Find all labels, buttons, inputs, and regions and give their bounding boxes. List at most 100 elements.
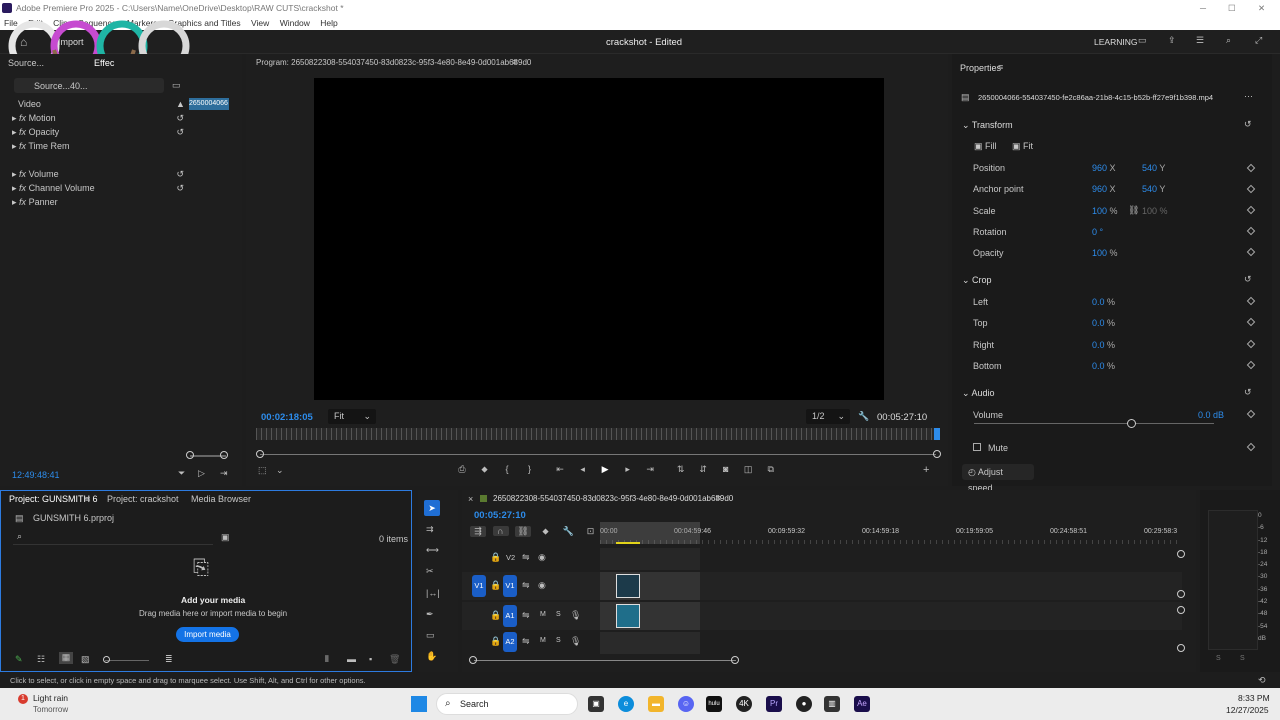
mute-checkbox[interactable]	[973, 443, 981, 451]
thumb-size-handle[interactable]	[103, 656, 110, 663]
keyframe-diamond[interactable]	[1246, 163, 1256, 173]
rectangle-tool-icon[interactable]: ▭	[426, 630, 435, 641]
zoom-handle-left[interactable]	[256, 450, 264, 458]
maximize-icon[interactable]: ☐	[1228, 0, 1236, 16]
import-tab[interactable]: Import	[58, 37, 84, 47]
add-button-icon[interactable]: +	[923, 464, 929, 476]
solo-right-button[interactable]: S	[1240, 655, 1245, 662]
new-item-icon[interactable]: ▪	[369, 654, 372, 664]
position-y[interactable]: 540 Y	[1142, 163, 1165, 173]
menu-sequence[interactable]: Sequence	[78, 18, 116, 28]
new-bin-icon[interactable]: ▬	[347, 654, 356, 664]
media-browser-tab[interactable]: Media Browser	[191, 494, 251, 504]
program-video-canvas[interactable]	[314, 78, 884, 400]
lock-icon[interactable]: 🔒	[490, 580, 501, 591]
link-icon[interactable]: ⛓	[1128, 205, 1139, 216]
lock-icon[interactable]: 🔒	[490, 552, 501, 563]
crop-section[interactable]: ⌄ Crop	[962, 275, 992, 286]
source-tab[interactable]: Source...	[8, 58, 44, 68]
anchor-x[interactable]: 960 X	[1092, 184, 1116, 194]
play-icon[interactable]: ▶	[595, 464, 615, 475]
hand-tool-icon[interactable]: ✋	[426, 651, 437, 662]
hulu-icon[interactable]: hulu	[706, 696, 722, 712]
timeline-scroll-track[interactable]	[474, 660, 736, 661]
project-search-input[interactable]: ⌕	[13, 531, 213, 545]
menu-view[interactable]: View	[251, 18, 269, 28]
zoom-handle-right[interactable]	[933, 450, 941, 458]
minimize-icon[interactable]: ─	[1200, 0, 1206, 16]
track-label-v2[interactable]: V2	[506, 553, 515, 562]
task-view-icon[interactable]: ▣	[588, 696, 604, 712]
pencil-icon[interactable]: ✎	[15, 654, 23, 665]
vr-icon[interactable]: ⧉	[761, 464, 781, 475]
weather-label[interactable]: Light rain	[33, 693, 68, 703]
track-area[interactable]	[600, 602, 700, 630]
thumb-size-slider[interactable]	[105, 660, 149, 661]
program-time-ruler[interactable]	[256, 428, 940, 440]
menu-help[interactable]: Help	[320, 18, 337, 28]
timeline-ruler[interactable]: 00:00 00:04:59:46 00:09:59:32 00:14:59:1…	[600, 522, 1182, 544]
volume-slider-track[interactable]	[974, 423, 1214, 424]
track-select-icon[interactable]: ⇉	[426, 524, 434, 535]
audio-section[interactable]: ⌄ Audio	[962, 388, 995, 399]
work-area-bar[interactable]	[600, 522, 700, 544]
search-icon[interactable]: ⌕	[1226, 35, 1231, 46]
chevron-down-icon[interactable]: ⌄	[276, 465, 284, 476]
export-frame-icon[interactable]: ⎙	[452, 464, 472, 475]
panel-menu-icon[interactable]: ≡	[998, 62, 1003, 72]
taskbar-search[interactable]: ⌕ Search	[436, 693, 578, 715]
anchor-y[interactable]: 540 Y	[1142, 184, 1165, 194]
menu-window[interactable]: Window	[280, 18, 310, 28]
selection-tool-icon[interactable]: ➤	[424, 500, 440, 516]
workspace-label[interactable]: LEARNING	[1094, 37, 1137, 47]
lock-icon[interactable]: 🔒	[490, 610, 501, 621]
opacity-value[interactable]: 100 %	[1092, 248, 1118, 258]
mute-track-button[interactable]: M	[540, 637, 546, 644]
keyframe-diamond[interactable]	[1246, 409, 1256, 419]
app-icon[interactable]: ▥	[824, 696, 840, 712]
weather-icon[interactable]: 1	[18, 694, 28, 704]
menu-edit[interactable]: Edit	[28, 18, 43, 28]
filter-icon[interactable]: ⏷	[178, 468, 185, 479]
safe-margins-icon[interactable]: ⬚	[258, 465, 267, 476]
extract-icon[interactable]: ⇵	[693, 464, 713, 475]
effect-row-panner[interactable]: ▸ fx Panner	[12, 194, 184, 210]
lift-icon[interactable]: ⇅	[671, 464, 691, 475]
add-marker-icon[interactable]: ⬥	[538, 526, 554, 537]
volume-slider-handle[interactable]	[1127, 419, 1136, 428]
step-forward-icon[interactable]: ▸	[618, 464, 638, 475]
go-to-in-icon[interactable]: ⇤	[550, 464, 570, 475]
track-area[interactable]	[600, 548, 700, 570]
reset-icon[interactable]: ↺	[1244, 274, 1252, 285]
compare-icon[interactable]: ◫	[738, 464, 758, 475]
after-effects-icon[interactable]: Ae	[854, 696, 870, 712]
4k-app-icon[interactable]: 4K	[736, 696, 752, 712]
solo-track-button[interactable]: S	[556, 637, 561, 644]
resolution-dropdown[interactable]: 1/2 ⌄	[806, 409, 850, 424]
playhead-marker[interactable]	[934, 428, 940, 440]
ec-zoom-handle-right[interactable]	[220, 451, 228, 459]
program-current-timecode[interactable]: 00:02:18:05	[261, 412, 313, 423]
timeline-timecode[interactable]: 00:05:27:10	[474, 510, 526, 521]
crop-bottom-value[interactable]: 0.0 %	[1092, 361, 1115, 371]
effects-tab[interactable]: Effec	[94, 58, 114, 68]
reset-icon[interactable]: ↺	[1244, 119, 1252, 130]
lock-icon[interactable]: 🔒	[490, 636, 501, 647]
track-area[interactable]	[600, 572, 700, 600]
fill-option[interactable]: ▣ Fill	[974, 141, 997, 152]
timeline-title[interactable]: 2650822308-554037450-83d0823c-95f3-4e80-…	[493, 494, 733, 503]
ec-timecode[interactable]: 12:49:48:41	[12, 470, 60, 480]
panel-layout-icon[interactable]: ▭	[1138, 35, 1147, 46]
keyframe-diamond[interactable]	[1246, 226, 1256, 236]
keyframe-diamond[interactable]	[1246, 184, 1256, 194]
sync-lock-icon[interactable]: ⇋	[522, 610, 530, 621]
razor-icon[interactable]: ✂	[426, 566, 434, 577]
solo-left-button[interactable]: S	[1216, 655, 1221, 662]
notification-icon[interactable]: ⟲	[1258, 675, 1266, 686]
vscroll-handle[interactable]	[1177, 644, 1185, 652]
go-to-out-icon[interactable]: ⇥	[640, 464, 660, 475]
keyframe-diamond[interactable]	[1246, 205, 1256, 215]
project-tab-crackshot[interactable]: Project: crackshot	[107, 494, 179, 504]
panel-menu-icon[interactable]: ≡	[716, 493, 721, 503]
keyframe-diamond[interactable]	[1246, 296, 1256, 306]
